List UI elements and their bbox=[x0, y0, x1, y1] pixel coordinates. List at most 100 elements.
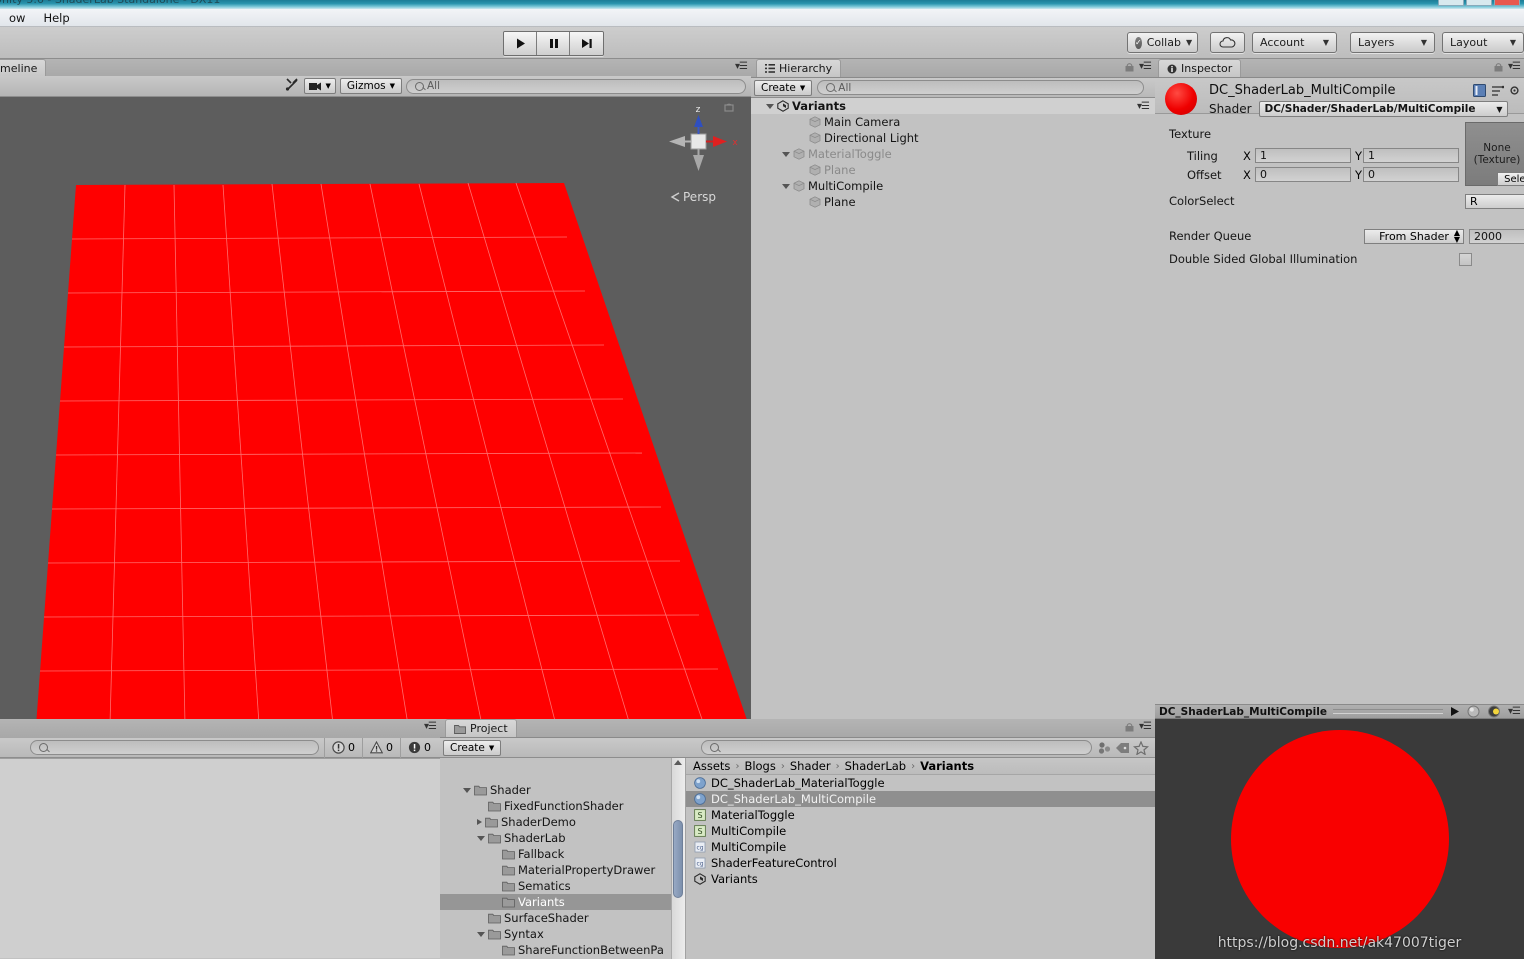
asset-item-dc_shaderlab_multicompile[interactable]: DC_ShaderLab_MultiCompile bbox=[686, 791, 1155, 807]
render-queue-input[interactable]: 2000 bbox=[1469, 228, 1524, 244]
double-sided-gi-checkbox[interactable] bbox=[1459, 252, 1472, 266]
asset-item-multicompile[interactable]: cg MultiCompile bbox=[686, 839, 1155, 855]
offset-x-input[interactable]: 0 bbox=[1255, 167, 1351, 182]
window-controls[interactable] bbox=[1438, 0, 1520, 6]
project-tree-item-syntax[interactable]: Syntax bbox=[440, 926, 685, 942]
hierarchy-item-directional-light[interactable]: Directional Light bbox=[751, 130, 1155, 146]
project-tree-item-surfaceshader[interactable]: SurfaceShader bbox=[440, 910, 685, 926]
collab-button[interactable]: ✓ Collab ▼ bbox=[1127, 32, 1198, 53]
scene-camera-dropdown[interactable]: ▼ bbox=[303, 78, 336, 94]
offset-y-input[interactable]: 0 bbox=[1363, 167, 1459, 182]
project-tree-item-variants[interactable]: Variants bbox=[440, 894, 685, 910]
console-info-filter[interactable]: 0 bbox=[400, 737, 438, 758]
menu-item-help[interactable]: Help bbox=[34, 9, 78, 27]
lock-icon[interactable] bbox=[1125, 62, 1134, 72]
hierarchy-item-plane[interactable]: Plane bbox=[751, 162, 1155, 178]
console-log-list[interactable] bbox=[0, 758, 440, 958]
preview-mesh-icon[interactable] bbox=[1467, 705, 1480, 718]
layers-dropdown[interactable]: Layers ▼ bbox=[1350, 32, 1435, 53]
scene-canvas[interactable]: z x Persp bbox=[0, 97, 751, 719]
scroll-up-arrow-icon[interactable] bbox=[674, 760, 682, 765]
lock-icon[interactable] bbox=[1494, 62, 1503, 72]
hierarchy-item-variants[interactable]: Variants ▾☰ bbox=[751, 98, 1155, 114]
hierarchy-item-multicompile[interactable]: MultiCompile bbox=[751, 178, 1155, 194]
expand-arrow-icon[interactable] bbox=[782, 151, 790, 157]
project-tree-item-shaderlab[interactable]: ShaderLab bbox=[440, 830, 685, 846]
scene-3d-viewport[interactable] bbox=[0, 97, 751, 719]
window-minimize-button[interactable] bbox=[1438, 0, 1464, 6]
render-queue-mode-dropdown[interactable]: From Shader ▲ ▼ bbox=[1364, 228, 1464, 244]
preview-lighting-icon[interactable] bbox=[1486, 705, 1502, 718]
collapse-arrow-icon[interactable] bbox=[477, 819, 482, 825]
project-tree-item-shaderdemo[interactable]: ShaderDemo bbox=[440, 814, 685, 830]
console-error-filter[interactable]: 0 bbox=[324, 737, 362, 758]
console-search-input[interactable] bbox=[30, 740, 319, 755]
hierarchy-create-button[interactable]: Create ▼ bbox=[754, 79, 813, 96]
project-tree-item-sharefunctionbetweenpa[interactable]: ShareFunctionBetweenPa bbox=[440, 942, 685, 958]
expand-arrow-icon[interactable] bbox=[477, 835, 485, 841]
project-tree-scroll-track[interactable] bbox=[671, 758, 685, 959]
tiling-y-input[interactable]: 1 bbox=[1363, 148, 1459, 163]
breadcrumb-item-blogs[interactable]: Blogs bbox=[744, 759, 775, 773]
gizmos-dropdown[interactable]: Gizmos ▼ bbox=[339, 78, 402, 94]
lock-icon[interactable] bbox=[1125, 722, 1134, 732]
asset-item-shaderfeaturecontrol[interactable]: cg ShaderFeatureControl bbox=[686, 855, 1155, 871]
breadcrumb-item-shader[interactable]: Shader bbox=[790, 759, 831, 773]
project-folder-tree[interactable]: Shader FixedFunctionShader ShaderDemo Shade… bbox=[440, 758, 685, 959]
panel-menu-icon[interactable]: ▾☰ bbox=[1139, 721, 1152, 732]
scene-view-gizmo[interactable]: z x Persp bbox=[657, 101, 743, 211]
gear-icon[interactable] bbox=[1509, 84, 1520, 97]
play-button[interactable] bbox=[504, 32, 537, 55]
expand-arrow-icon[interactable] bbox=[766, 103, 774, 109]
account-dropdown[interactable]: Account ▼ bbox=[1252, 32, 1337, 53]
project-tree-item-fallback[interactable]: Fallback bbox=[440, 846, 685, 862]
hierarchy-item-materialtoggle[interactable]: MaterialToggle bbox=[751, 146, 1155, 162]
expand-arrow-icon[interactable] bbox=[477, 931, 485, 937]
breadcrumb-item-assets[interactable]: Assets bbox=[693, 759, 730, 773]
asset-item-multicompile[interactable]: S MultiCompile bbox=[686, 823, 1155, 839]
panel-menu-icon[interactable]: ▾☰ bbox=[1139, 61, 1152, 72]
project-create-button[interactable]: Create ▼ bbox=[443, 739, 502, 756]
tab-timeline[interactable]: imeline bbox=[0, 59, 47, 77]
window-close-button[interactable] bbox=[1494, 0, 1520, 6]
colorselect-dropdown[interactable]: R ▲▼ bbox=[1465, 193, 1524, 209]
expand-arrow-icon[interactable] bbox=[463, 787, 471, 793]
breadcrumb[interactable]: Assets › Blogs › Shader › ShaderLab › Variants bbox=[686, 758, 1155, 775]
project-tree-item-materialpropertydrawer[interactable]: MaterialPropertyDrawer bbox=[440, 862, 685, 878]
layout-dropdown[interactable]: Layout ▼ bbox=[1442, 32, 1524, 53]
tab-project[interactable]: Project bbox=[445, 719, 517, 737]
tab-hierarchy[interactable]: Hierarchy bbox=[756, 59, 842, 77]
scene-menu-icon[interactable]: ▾☰ bbox=[1137, 101, 1155, 112]
panel-menu-icon[interactable]: ▾☰ bbox=[1508, 706, 1521, 717]
project-tree-item-shader[interactable]: Shader bbox=[440, 782, 685, 798]
expand-arrow-icon[interactable] bbox=[782, 183, 790, 189]
tab-inspector[interactable]: Inspector bbox=[1158, 59, 1242, 77]
console-warning-filter[interactable]: 0 bbox=[362, 737, 400, 758]
preview-drag-handle[interactable] bbox=[1333, 709, 1444, 714]
menu-item-window[interactable]: ow bbox=[0, 9, 34, 27]
preset-icon[interactable] bbox=[1491, 84, 1504, 97]
texture-select-button[interactable]: Select bbox=[1497, 172, 1524, 186]
panel-menu-icon[interactable]: ▾☰ bbox=[424, 721, 437, 732]
scene-tools-icon[interactable] bbox=[284, 77, 300, 95]
hierarchy-item-plane[interactable]: Plane bbox=[751, 194, 1155, 210]
scene-search-input[interactable]: All bbox=[406, 78, 746, 94]
favorite-filter-icon[interactable] bbox=[1133, 740, 1149, 755]
asset-item-materialtoggle[interactable]: S MaterialToggle bbox=[686, 807, 1155, 823]
pause-button[interactable] bbox=[537, 32, 570, 55]
hierarchy-tree[interactable]: Variants ▾☰ Main Camera Directional Light Ma… bbox=[751, 98, 1155, 210]
cloud-button[interactable] bbox=[1210, 32, 1245, 53]
panel-menu-icon[interactable]: ▾☰ bbox=[1508, 61, 1521, 72]
project-tree-scrollbar-thumb[interactable] bbox=[673, 820, 683, 898]
project-search-input[interactable] bbox=[701, 740, 1092, 755]
asset-type-filter-icon[interactable] bbox=[1097, 741, 1113, 755]
preview-canvas[interactable]: https://blog.csdn.net/ak47007tiger bbox=[1155, 719, 1524, 959]
breadcrumb-item-variants[interactable]: Variants bbox=[920, 759, 974, 773]
hierarchy-item-main-camera[interactable]: Main Camera bbox=[751, 114, 1155, 130]
book-icon[interactable] bbox=[1473, 84, 1486, 97]
hierarchy-search-input[interactable]: All bbox=[817, 80, 1144, 95]
preview-play-icon[interactable] bbox=[1449, 706, 1461, 717]
project-asset-list[interactable]: Assets › Blogs › Shader › ShaderLab › Variants D… bbox=[685, 758, 1155, 959]
label-filter-icon[interactable] bbox=[1115, 741, 1131, 755]
tiling-x-input[interactable]: 1 bbox=[1255, 148, 1351, 163]
